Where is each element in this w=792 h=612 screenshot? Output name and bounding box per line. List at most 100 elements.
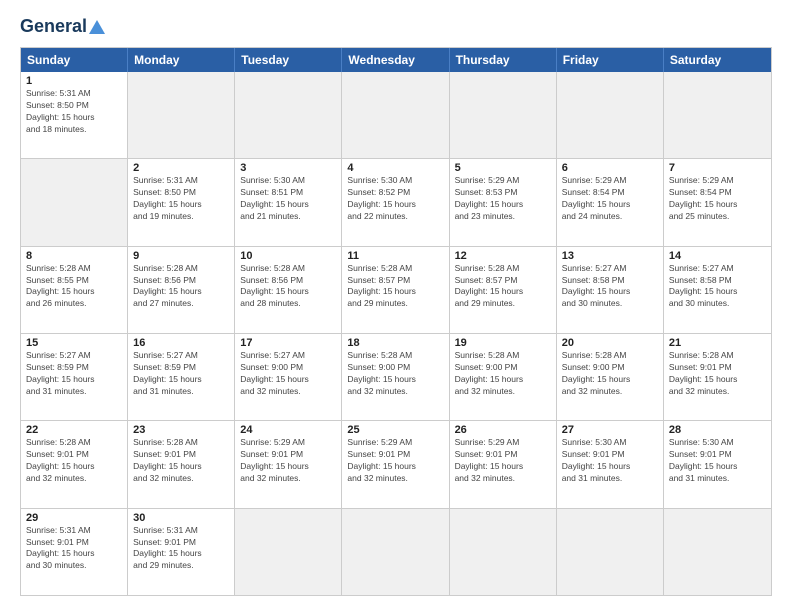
calendar-row-1: 2Sunrise: 5:31 AMSunset: 8:50 PMDaylight… — [21, 158, 771, 245]
calendar-cell: 27Sunrise: 5:30 AMSunset: 9:01 PMDayligh… — [557, 421, 664, 507]
day-number: 21 — [669, 337, 766, 349]
day-info: Sunrise: 5:28 AMSunset: 9:01 PMDaylight:… — [669, 350, 766, 398]
calendar-cell — [664, 509, 771, 595]
day-number: 2 — [133, 162, 229, 174]
day-number: 24 — [240, 424, 336, 436]
day-info: Sunrise: 5:31 AMSunset: 9:01 PMDaylight:… — [133, 525, 229, 573]
day-number: 5 — [455, 162, 551, 174]
day-number: 8 — [26, 250, 122, 262]
calendar-cell: 25Sunrise: 5:29 AMSunset: 9:01 PMDayligh… — [342, 421, 449, 507]
day-info: Sunrise: 5:31 AMSunset: 8:50 PMDaylight:… — [133, 175, 229, 223]
calendar-row-0: 1Sunrise: 5:31 AMSunset: 8:50 PMDaylight… — [21, 72, 771, 158]
day-info: Sunrise: 5:28 AMSunset: 9:01 PMDaylight:… — [26, 437, 122, 485]
day-number: 26 — [455, 424, 551, 436]
calendar-cell — [128, 72, 235, 158]
day-info: Sunrise: 5:29 AMSunset: 9:01 PMDaylight:… — [347, 437, 443, 485]
day-number: 14 — [669, 250, 766, 262]
calendar-cell — [235, 72, 342, 158]
calendar-cell: 8Sunrise: 5:28 AMSunset: 8:55 PMDaylight… — [21, 247, 128, 333]
calendar-cell: 10Sunrise: 5:28 AMSunset: 8:56 PMDayligh… — [235, 247, 342, 333]
calendar: SundayMondayTuesdayWednesdayThursdayFrid… — [20, 47, 772, 596]
calendar-cell: 18Sunrise: 5:28 AMSunset: 9:00 PMDayligh… — [342, 334, 449, 420]
calendar-cell — [450, 72, 557, 158]
calendar-cell: 16Sunrise: 5:27 AMSunset: 8:59 PMDayligh… — [128, 334, 235, 420]
calendar-cell — [342, 72, 449, 158]
calendar-cell: 6Sunrise: 5:29 AMSunset: 8:54 PMDaylight… — [557, 159, 664, 245]
calendar-cell — [21, 159, 128, 245]
day-info: Sunrise: 5:30 AMSunset: 9:01 PMDaylight:… — [562, 437, 658, 485]
calendar-cell: 28Sunrise: 5:30 AMSunset: 9:01 PMDayligh… — [664, 421, 771, 507]
day-number: 3 — [240, 162, 336, 174]
day-info: Sunrise: 5:28 AMSunset: 8:57 PMDaylight:… — [455, 263, 551, 311]
header-day-friday: Friday — [557, 48, 664, 72]
calendar-cell: 4Sunrise: 5:30 AMSunset: 8:52 PMDaylight… — [342, 159, 449, 245]
day-number: 15 — [26, 337, 122, 349]
day-number: 13 — [562, 250, 658, 262]
calendar-cell: 20Sunrise: 5:28 AMSunset: 9:00 PMDayligh… — [557, 334, 664, 420]
calendar-cell: 23Sunrise: 5:28 AMSunset: 9:01 PMDayligh… — [128, 421, 235, 507]
day-info: Sunrise: 5:28 AMSunset: 8:56 PMDaylight:… — [240, 263, 336, 311]
calendar-cell: 29Sunrise: 5:31 AMSunset: 9:01 PMDayligh… — [21, 509, 128, 595]
calendar-row-3: 15Sunrise: 5:27 AMSunset: 8:59 PMDayligh… — [21, 333, 771, 420]
day-number: 12 — [455, 250, 551, 262]
calendar-cell: 15Sunrise: 5:27 AMSunset: 8:59 PMDayligh… — [21, 334, 128, 420]
day-info: Sunrise: 5:28 AMSunset: 8:57 PMDaylight:… — [347, 263, 443, 311]
day-info: Sunrise: 5:30 AMSunset: 9:01 PMDaylight:… — [669, 437, 766, 485]
day-number: 1 — [26, 75, 122, 87]
day-number: 18 — [347, 337, 443, 349]
calendar-row-2: 8Sunrise: 5:28 AMSunset: 8:55 PMDaylight… — [21, 246, 771, 333]
day-number: 29 — [26, 512, 122, 524]
calendar-cell: 2Sunrise: 5:31 AMSunset: 8:50 PMDaylight… — [128, 159, 235, 245]
day-number: 27 — [562, 424, 658, 436]
day-number: 7 — [669, 162, 766, 174]
day-number: 22 — [26, 424, 122, 436]
calendar-cell: 1Sunrise: 5:31 AMSunset: 8:50 PMDaylight… — [21, 72, 128, 158]
day-info: Sunrise: 5:28 AMSunset: 9:00 PMDaylight:… — [455, 350, 551, 398]
calendar-row-5: 29Sunrise: 5:31 AMSunset: 9:01 PMDayligh… — [21, 508, 771, 595]
logo-triangle-icon — [89, 20, 105, 34]
day-info: Sunrise: 5:27 AMSunset: 9:00 PMDaylight:… — [240, 350, 336, 398]
day-number: 10 — [240, 250, 336, 262]
calendar-header: SundayMondayTuesdayWednesdayThursdayFrid… — [21, 48, 771, 72]
day-info: Sunrise: 5:30 AMSunset: 8:51 PMDaylight:… — [240, 175, 336, 223]
day-number: 9 — [133, 250, 229, 262]
header: General — [20, 16, 772, 37]
logo-general: General — [20, 16, 87, 37]
day-info: Sunrise: 5:31 AMSunset: 9:01 PMDaylight:… — [26, 525, 122, 573]
calendar-cell: 5Sunrise: 5:29 AMSunset: 8:53 PMDaylight… — [450, 159, 557, 245]
calendar-cell: 11Sunrise: 5:28 AMSunset: 8:57 PMDayligh… — [342, 247, 449, 333]
day-number: 16 — [133, 337, 229, 349]
calendar-cell: 17Sunrise: 5:27 AMSunset: 9:00 PMDayligh… — [235, 334, 342, 420]
day-info: Sunrise: 5:28 AMSunset: 9:00 PMDaylight:… — [562, 350, 658, 398]
calendar-cell: 3Sunrise: 5:30 AMSunset: 8:51 PMDaylight… — [235, 159, 342, 245]
day-info: Sunrise: 5:31 AMSunset: 8:50 PMDaylight:… — [26, 88, 122, 136]
calendar-cell: 7Sunrise: 5:29 AMSunset: 8:54 PMDaylight… — [664, 159, 771, 245]
calendar-cell: 24Sunrise: 5:29 AMSunset: 9:01 PMDayligh… — [235, 421, 342, 507]
day-info: Sunrise: 5:28 AMSunset: 9:01 PMDaylight:… — [133, 437, 229, 485]
day-info: Sunrise: 5:30 AMSunset: 8:52 PMDaylight:… — [347, 175, 443, 223]
calendar-cell — [342, 509, 449, 595]
calendar-cell — [557, 509, 664, 595]
day-number: 28 — [669, 424, 766, 436]
header-day-thursday: Thursday — [450, 48, 557, 72]
calendar-row-4: 22Sunrise: 5:28 AMSunset: 9:01 PMDayligh… — [21, 420, 771, 507]
day-info: Sunrise: 5:27 AMSunset: 8:58 PMDaylight:… — [669, 263, 766, 311]
day-info: Sunrise: 5:29 AMSunset: 9:01 PMDaylight:… — [240, 437, 336, 485]
header-day-tuesday: Tuesday — [235, 48, 342, 72]
logo: General — [20, 16, 105, 37]
day-info: Sunrise: 5:29 AMSunset: 8:53 PMDaylight:… — [455, 175, 551, 223]
day-number: 11 — [347, 250, 443, 262]
calendar-cell: 12Sunrise: 5:28 AMSunset: 8:57 PMDayligh… — [450, 247, 557, 333]
calendar-cell: 13Sunrise: 5:27 AMSunset: 8:58 PMDayligh… — [557, 247, 664, 333]
calendar-cell: 14Sunrise: 5:27 AMSunset: 8:58 PMDayligh… — [664, 247, 771, 333]
calendar-cell: 22Sunrise: 5:28 AMSunset: 9:01 PMDayligh… — [21, 421, 128, 507]
day-info: Sunrise: 5:29 AMSunset: 9:01 PMDaylight:… — [455, 437, 551, 485]
calendar-cell: 21Sunrise: 5:28 AMSunset: 9:01 PMDayligh… — [664, 334, 771, 420]
day-info: Sunrise: 5:29 AMSunset: 8:54 PMDaylight:… — [562, 175, 658, 223]
day-info: Sunrise: 5:29 AMSunset: 8:54 PMDaylight:… — [669, 175, 766, 223]
day-info: Sunrise: 5:28 AMSunset: 8:55 PMDaylight:… — [26, 263, 122, 311]
header-day-saturday: Saturday — [664, 48, 771, 72]
day-number: 19 — [455, 337, 551, 349]
calendar-body: 1Sunrise: 5:31 AMSunset: 8:50 PMDaylight… — [21, 72, 771, 595]
calendar-cell — [450, 509, 557, 595]
